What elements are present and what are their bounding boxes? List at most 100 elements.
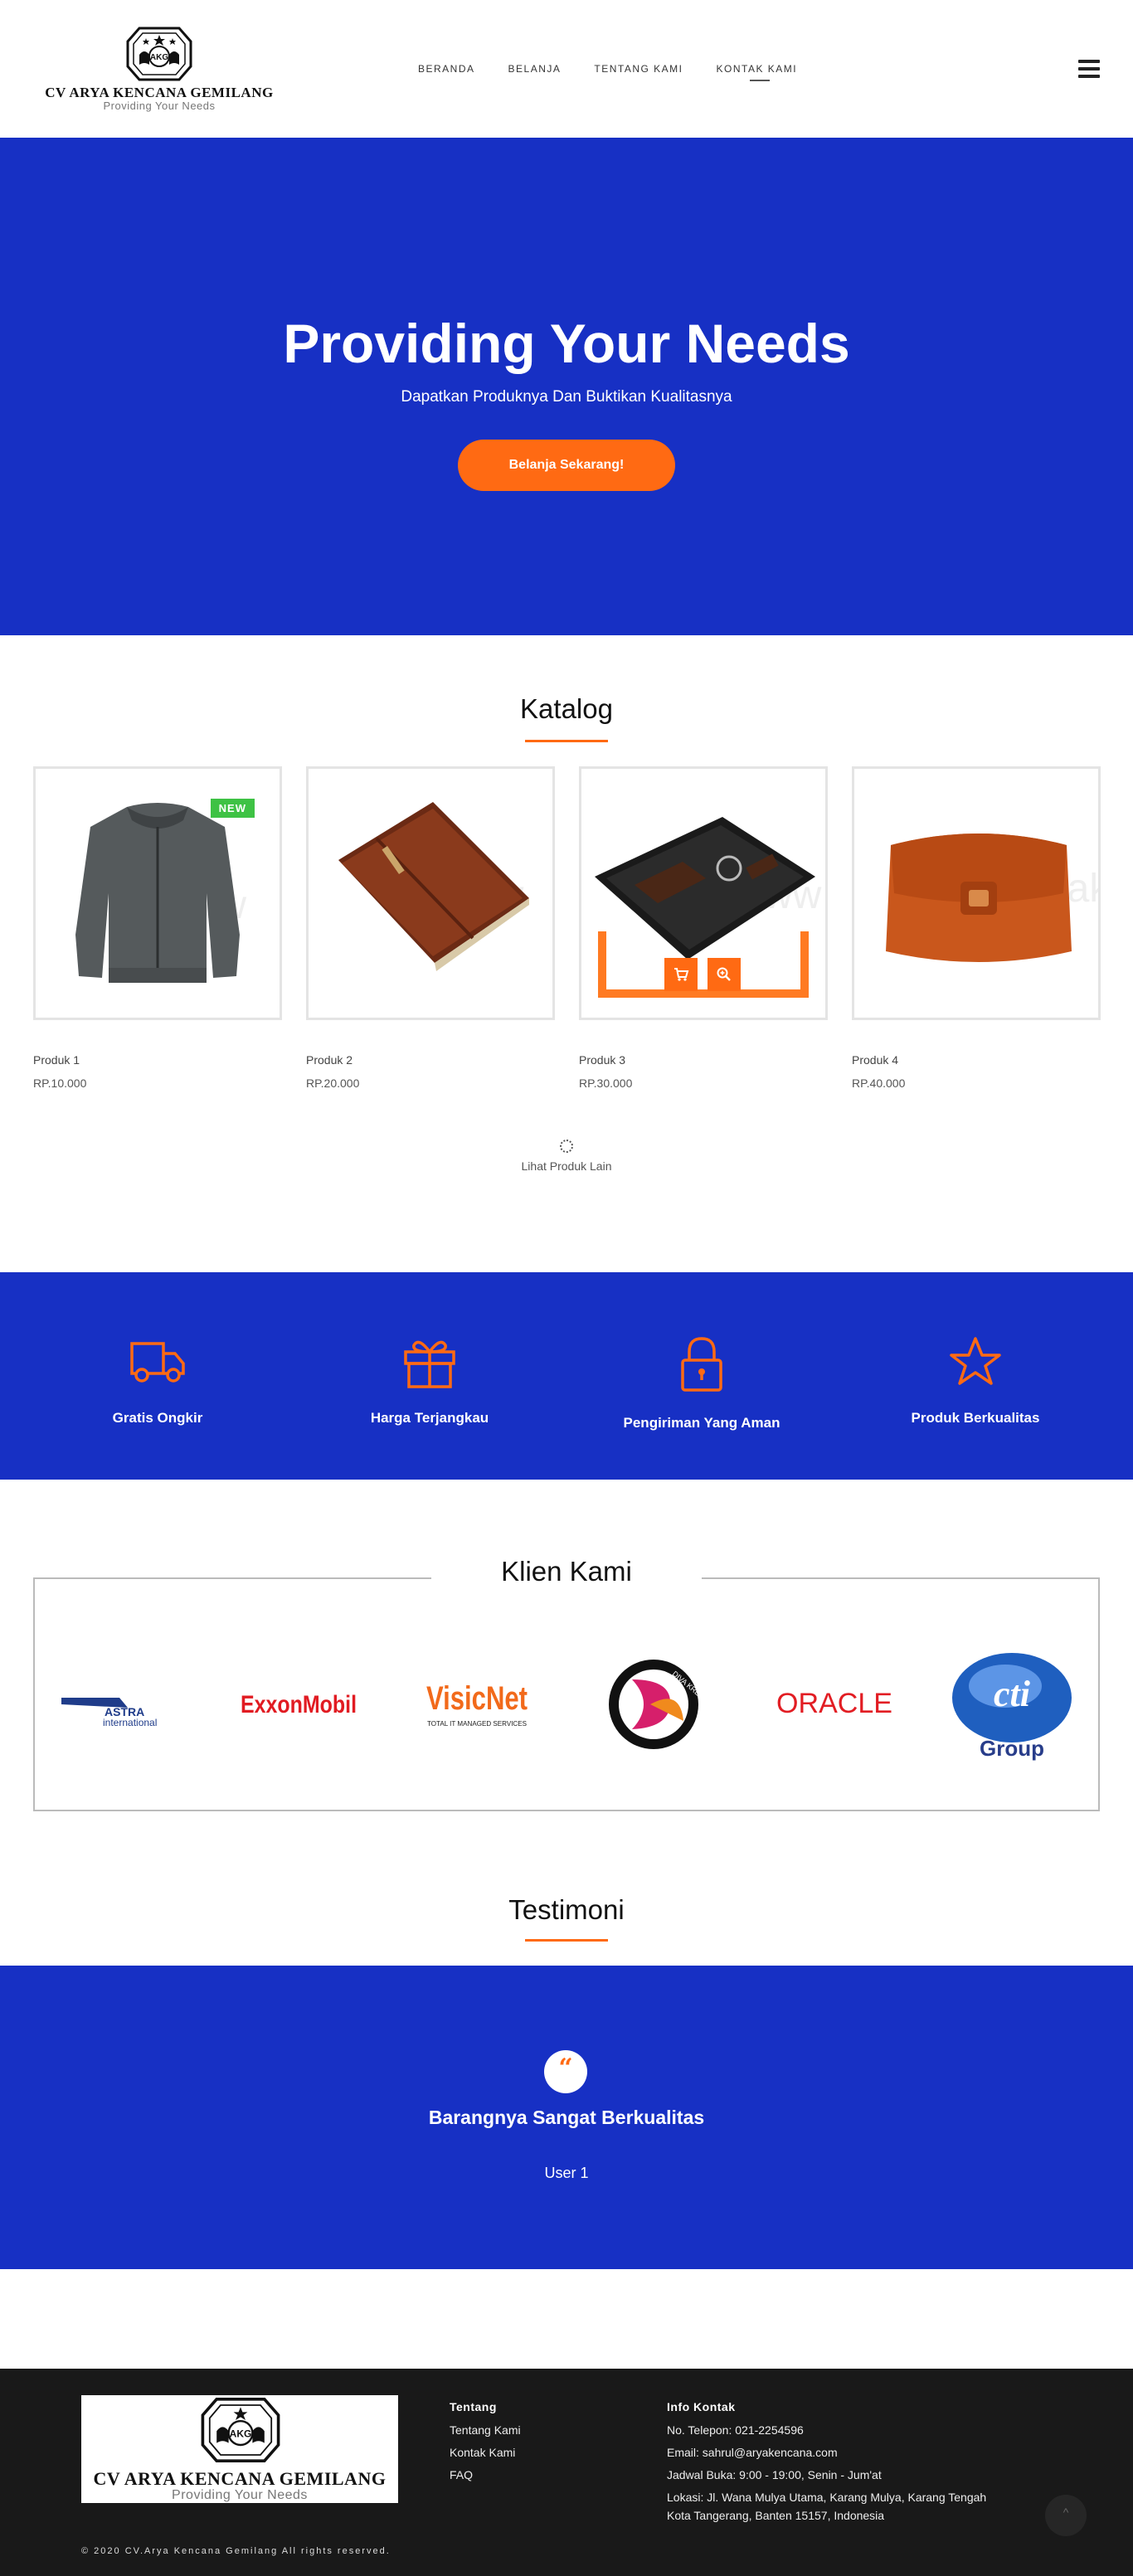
features-strip: Gratis Ongkir Harga Terjangkau Pengirima… [0, 1272, 1133, 1480]
client-logo-astra: ASTRA international [58, 1650, 182, 1758]
product-card[interactable]: ww Produk 3 RP.30.000 [579, 766, 828, 1090]
product-card[interactable]: aryakan Produk 4 RP.40.000 [852, 766, 1101, 1090]
nav-item-belanja[interactable]: BELANJA [508, 63, 562, 75]
site-header: AKG CV ARYA KENCANA GEMILANG Providing Y… [0, 0, 1133, 138]
product-price: RP.20.000 [306, 1077, 360, 1090]
main-nav: BERANDA BELANJA TENTANG KAMI KONTAK KAMI [418, 63, 830, 81]
product-price: RP.10.000 [33, 1077, 87, 1090]
product-card[interactable]: ww Produk 2 RP.20.000 [306, 766, 555, 1090]
visicnet-logo-text: VisicNet [426, 1680, 528, 1717]
visicnet-logo-subtext: TOTAL IT MANAGED SERVICES [427, 1720, 527, 1728]
clients-frame [33, 1577, 1100, 1811]
hero-subtitle: Dapatkan Produknya Dan Buktikan Kualitas… [401, 388, 732, 406]
footer-contact-column: Info Kontak No. Telepon: 021-2254596 Ema… [667, 2400, 986, 2531]
lock-icon [681, 1337, 722, 1392]
copyright-text: © 2020 CV.Arya Kencana Gemilang All righ… [81, 2546, 391, 2556]
clients-title: Klien Kami [431, 1556, 702, 1587]
feature-item: Gratis Ongkir [41, 1335, 274, 1427]
testimonials-title: Testimoni [508, 1894, 625, 1925]
nav-item-kontak-kami[interactable]: KONTAK KAMI [717, 63, 798, 81]
client-logo-visicnet: VisicNet TOTAL IT MANAGED SERVICES [415, 1650, 539, 1758]
testimonial-text: Barangnya Sangat Berkualitas [428, 2107, 705, 2128]
testimonial-author: User 1 [544, 2165, 589, 2181]
product-name[interactable]: Produk 2 [306, 1053, 555, 1067]
emblem-text: AKG [150, 53, 168, 62]
new-badge: NEW [210, 799, 255, 818]
feature-item: Produk Berkualitas [859, 1335, 1092, 1427]
client-logo-cti: cti Group [946, 1650, 1078, 1761]
contact-address-city: Kota Tangerang, Banten 15157, Indonesia [667, 2509, 885, 2522]
back-to-top-button[interactable]: ^ [1045, 2495, 1087, 2536]
testimonials-title-underline [525, 1939, 608, 1942]
quick-view-button[interactable] [708, 958, 741, 991]
catalog-title: Katalog [520, 693, 613, 724]
product-price: RP.40.000 [852, 1077, 906, 1090]
product-name[interactable]: Produk 3 [579, 1053, 828, 1067]
emblem-text: AKG [230, 2428, 252, 2439]
cti-logo-subtext: Group [980, 1736, 1044, 1761]
add-to-cart-button[interactable] [664, 958, 698, 991]
astra-logo-subtext: international [103, 1717, 157, 1728]
footer-brand-tagline: Providing Your Needs [172, 2488, 308, 2502]
leather-folder-image: ww [338, 802, 529, 971]
footer-about-column: Tentang Tentang Kami Kontak Kami FAQ [450, 2400, 521, 2491]
gift-icon [404, 1340, 455, 1388]
footer-link-faq[interactable]: FAQ [450, 2468, 521, 2481]
product-price: RP.30.000 [579, 1077, 633, 1090]
product-image-frame[interactable]: aryakan [852, 766, 1101, 1020]
client-logo-diva: DIVA KREASINDO [591, 1650, 715, 1758]
feature-item: Harga Terjangkau [314, 1335, 546, 1427]
footer-logo[interactable]: AKG CV ARYA KENCANA GEMILANG Providing Y… [81, 2395, 398, 2503]
more-products-link[interactable]: Lihat Produk Lain [0, 1159, 1133, 1173]
footer-link-tentang-kami[interactable]: Tentang Kami [450, 2423, 521, 2437]
hero-banner: Providing Your Needs Dapatkan Produknya … [0, 138, 1133, 635]
company-emblem-icon: AKG [126, 27, 192, 81]
footer-about-heading: Tentang [450, 2400, 497, 2413]
contact-email[interactable]: Email: sahrul@aryakencana.com [667, 2446, 986, 2459]
contact-address: Lokasi: Jl. Wana Mulya Utama, Karang Mul… [667, 2491, 987, 2504]
feature-label: Harga Terjangkau [370, 1410, 489, 1426]
feature-label: Produk Berkualitas [911, 1410, 1040, 1426]
contact-hours: Jadwal Buka: 9:00 - 19:00, Senin - Jum'a… [667, 2468, 882, 2481]
feature-label: Gratis Ongkir [112, 1410, 203, 1426]
client-logo-exxonmobil: ExxonMobil [232, 1650, 365, 1758]
quote-mark: “ [558, 2054, 573, 2083]
chevron-up-icon: ^ [1062, 2506, 1069, 2519]
brand-logo[interactable]: AKG CV ARYA KENCANA GEMILANG Providing Y… [41, 25, 277, 113]
product-hover-overlay [598, 931, 809, 998]
leather-bag-image: aryakan [886, 834, 1098, 962]
footer-link-kontak-kami[interactable]: Kontak Kami [450, 2446, 521, 2459]
nav-item-tentang-kami[interactable]: TENTANG KAMI [594, 63, 683, 75]
product-image-frame[interactable]: ww [306, 766, 555, 1020]
client-logo-oracle: ORACLE [768, 1650, 901, 1758]
zoom-icon [717, 967, 731, 981]
loading-spinner-icon [560, 1140, 573, 1153]
exxonmobil-logo-text: ExxonMobil [241, 1691, 357, 1718]
contact-phone: No. Telepon: 021-2254596 [667, 2423, 804, 2437]
product-name[interactable]: Produk 1 [33, 1053, 282, 1067]
oracle-logo-text: ORACLE [776, 1688, 892, 1719]
star-icon [950, 1337, 1001, 1385]
catalog-title-underline [525, 740, 608, 742]
hero-title: Providing Your Needs [283, 313, 850, 374]
quote-icon: “ [544, 2050, 587, 2093]
brand-name: CV ARYA KENCANA GEMILANG [45, 85, 274, 100]
truck-icon [130, 1342, 185, 1383]
testimonial-slider: “ Barangnya Sangat Berkualitas User 1 [0, 1966, 1133, 2269]
cart-icon [674, 968, 689, 981]
cti-logo-text: cti [994, 1674, 1031, 1714]
footer-contact-heading: Info Kontak [667, 2400, 736, 2413]
feature-label: Pengiriman Yang Aman [623, 1415, 780, 1431]
site-footer: AKG CV ARYA KENCANA GEMILANG Providing Y… [0, 2369, 1133, 2576]
nav-item-beranda[interactable]: BERANDA [418, 63, 475, 75]
company-emblem-icon: AKG [201, 2398, 280, 2462]
product-image-frame[interactable]: ww [579, 766, 828, 1020]
product-card[interactable]: www NEW Produk 1 RP.10.000 [33, 766, 282, 1090]
feature-item: Pengiriman Yang Aman [586, 1335, 818, 1431]
shop-now-button[interactable]: Belanja Sekarang! [458, 440, 675, 491]
footer-brand-name: CV ARYA KENCANA GEMILANG [93, 2468, 387, 2489]
brand-tagline: Providing Your Needs [103, 100, 216, 112]
product-image-frame[interactable]: www NEW [33, 766, 282, 1020]
product-name[interactable]: Produk 4 [852, 1053, 1101, 1067]
hamburger-menu-icon[interactable] [1078, 60, 1100, 78]
